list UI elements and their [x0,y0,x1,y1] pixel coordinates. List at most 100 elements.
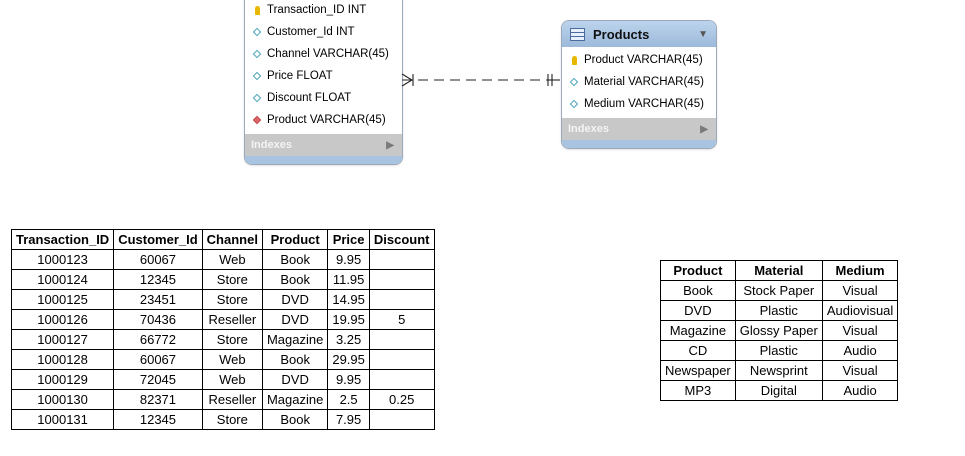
table-cell: Newspaper [660,360,736,381]
table-cell [368,289,435,310]
table-row: DVD Plastic Audiovisual [660,300,899,321]
table-row: 1000128 60067 Web Book 29.95 [10,349,435,370]
table-cell: 5 [368,309,435,330]
table-cell: 29.95 [327,349,370,370]
table-cell: CD [660,340,736,361]
table-cell: 1000129 [10,369,115,390]
products-data-table: Product Material Medium Book Stock Paper Vis… [660,260,899,401]
table-row: 1000123 60067 Web Book 9.95 [10,249,435,270]
table-cell: Magazine [261,329,329,350]
table-row: CD Plastic Audio [660,340,899,361]
table-cell: Book [261,409,329,430]
table-cell [368,369,435,390]
table-cell: Audio [821,340,899,361]
table-cell: Magazine [660,320,736,341]
transactions-data-table: Transaction_ID Customer_Id Channel Product P… [10,229,435,430]
table-cell: Glossy Paper [734,320,823,341]
table-cell: Book [261,249,329,270]
table-cell: Stock Paper [734,280,823,301]
table-cell: 12345 [113,269,203,290]
table-cell: Store [201,409,263,430]
table-row: MP3 Digital Audio [660,380,899,401]
table-row: 1000126 70436 Reseller DVD 19.95 5 [10,309,435,330]
table-cell: 1000127 [10,329,115,350]
column-header: Discount [368,229,435,250]
table-cell: Newsprint [734,360,823,381]
table-row: Book Stock Paper Visual [660,280,899,301]
table-cell: Web [201,349,263,370]
table-cell [368,269,435,290]
table-cell: 3.25 [327,329,370,350]
table-cell: 9.95 [327,369,370,390]
table-cell: Book [261,349,329,370]
table-cell: Plastic [734,300,823,321]
column-header: Product [261,229,329,250]
column-header: Customer_Id [113,229,203,250]
table-cell: Audiovisual [821,300,899,321]
column-header: Price [327,229,370,250]
column-header: Medium [821,260,899,281]
table-row: 1000129 72045 Web DVD 9.95 [10,369,435,390]
table-cell: 7.95 [327,409,370,430]
column-header: Channel [201,229,263,250]
table-cell: MP3 [660,380,736,401]
table-cell: DVD [261,289,329,310]
table-cell: 66772 [113,329,203,350]
table-cell: Web [201,369,263,390]
column-header: Product [660,260,736,281]
table-cell: 19.95 [327,309,370,330]
table-row: 1000127 66772 Store Magazine 3.25 [10,329,435,350]
table-cell: DVD [660,300,736,321]
table-header-row: Transaction_ID Customer_Id Channel Product P… [10,229,435,250]
table-cell [368,329,435,350]
table-cell: Store [201,289,263,310]
table-cell: Audio [821,380,899,401]
table-cell: 1000125 [10,289,115,310]
table-cell: Visual [821,320,899,341]
table-cell: 11.95 [327,269,370,290]
table-header-row: Product Material Medium [660,260,899,281]
table-cell: 1000130 [10,389,115,410]
table-cell: Web [201,249,263,270]
table-cell [368,249,435,270]
column-header: Transaction_ID [10,229,115,250]
table-cell: Visual [821,280,899,301]
table-cell: Plastic [734,340,823,361]
table-cell [368,349,435,370]
table-cell: DVD [261,309,329,330]
table-cell: 0.25 [368,389,435,410]
table-row: 1000125 23451 Store DVD 14.95 [10,289,435,310]
table-cell: Reseller [201,309,263,330]
table-cell: 60067 [113,249,203,270]
table-cell [368,409,435,430]
table-cell: 72045 [113,369,203,390]
table-cell: 1000128 [10,349,115,370]
table-row: 1000124 12345 Store Book 11.95 [10,269,435,290]
table-row: 1000130 82371 Reseller Magazine 2.5 0.25 [10,389,435,410]
table-cell: Digital [734,380,823,401]
table-cell: 1000124 [10,269,115,290]
table-cell: 82371 [113,389,203,410]
table-cell: Visual [821,360,899,381]
table-row: Newspaper Newsprint Visual [660,360,899,381]
table-row: 1000131 12345 Store Book 7.95 [10,409,435,430]
column-header: Material [734,260,823,281]
table-cell: Book [660,280,736,301]
table-cell: 70436 [113,309,203,330]
table-cell: Reseller [201,389,263,410]
table-cell: Magazine [261,389,329,410]
table-cell: 1000126 [10,309,115,330]
table-cell: Store [201,329,263,350]
table-cell: 9.95 [327,249,370,270]
table-cell: Book [261,269,329,290]
table-cell: 60067 [113,349,203,370]
table-cell: 2.5 [327,389,370,410]
table-cell: DVD [261,369,329,390]
table-cell: 12345 [113,409,203,430]
table-cell: Store [201,269,263,290]
table-cell: 1000131 [10,409,115,430]
table-cell: 23451 [113,289,203,310]
table-cell: 14.95 [327,289,370,310]
table-cell: 1000123 [10,249,115,270]
table-row: Magazine Glossy Paper Visual [660,320,899,341]
